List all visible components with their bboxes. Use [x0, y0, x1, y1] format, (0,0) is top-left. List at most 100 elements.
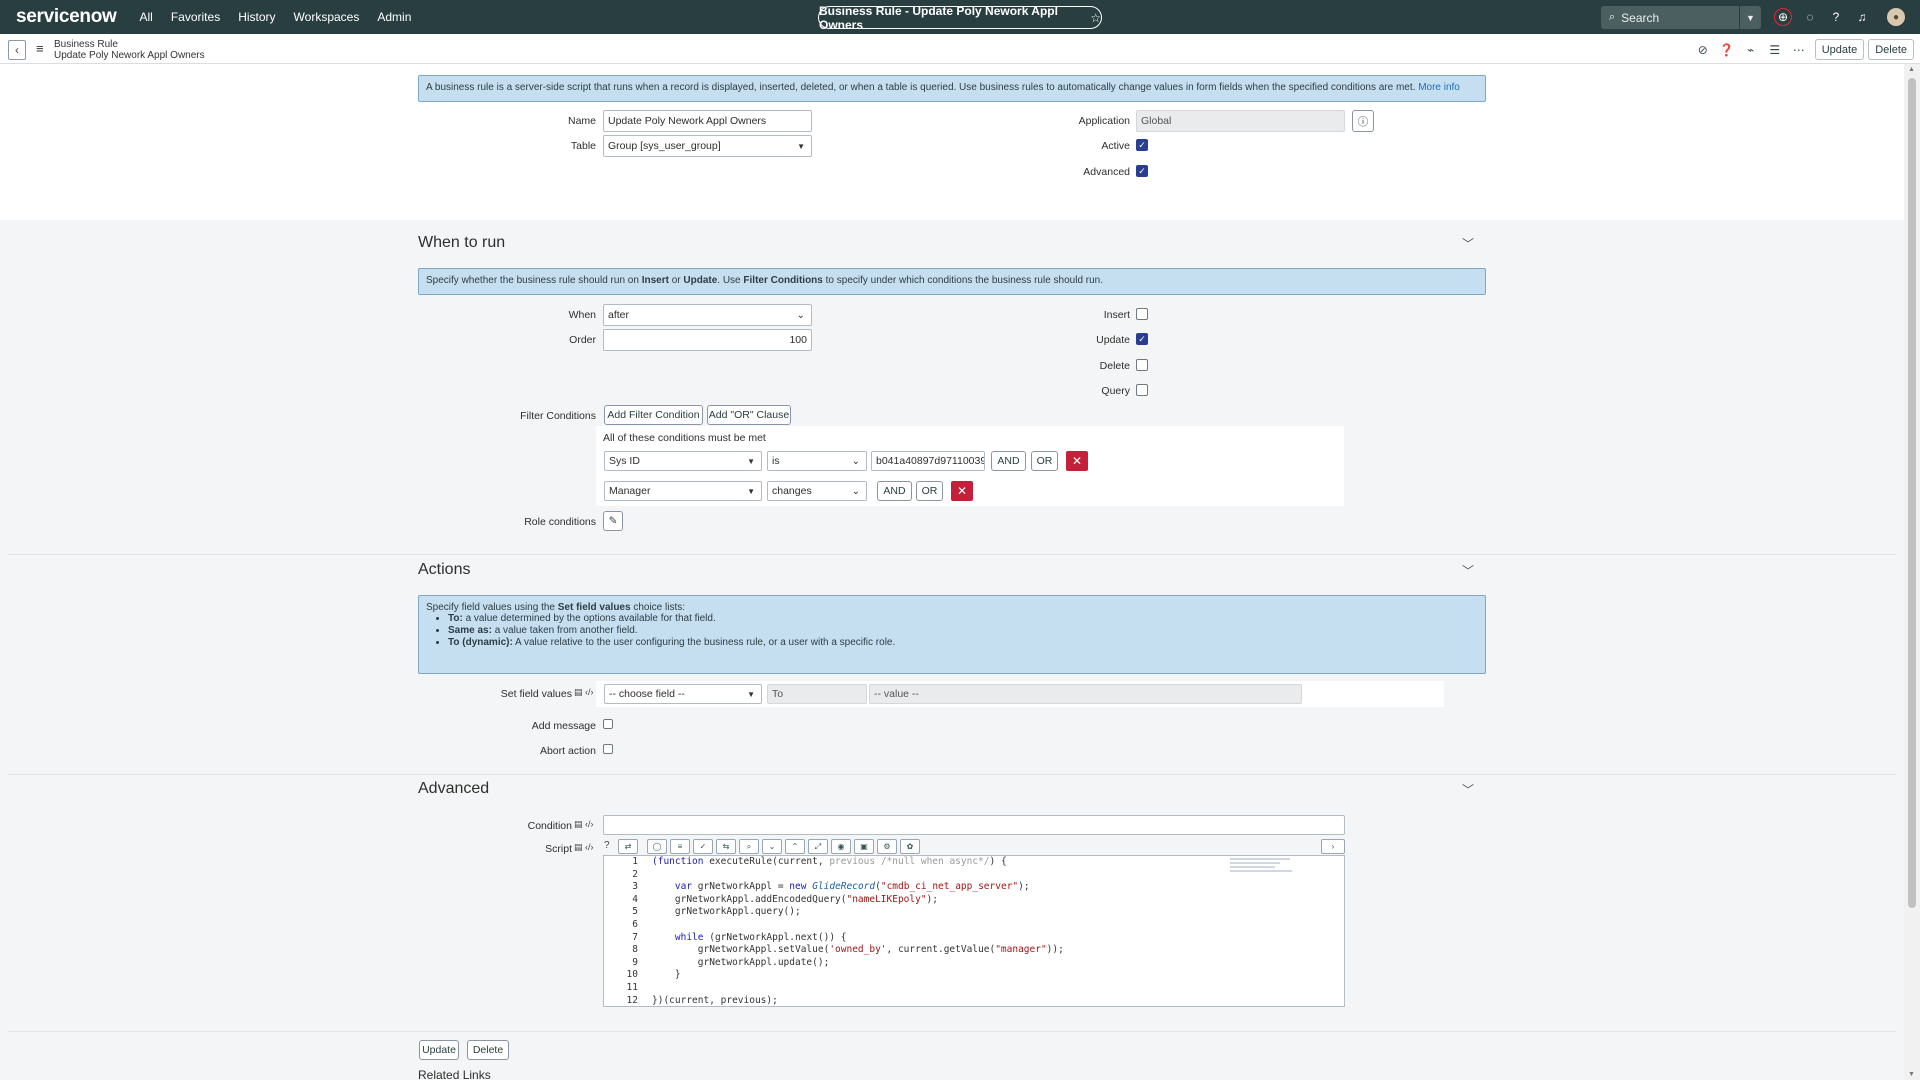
condition-2-field[interactable]: Manager ▼: [604, 481, 762, 501]
minimap-line: [1230, 858, 1290, 860]
reference-icon[interactable]: ▤: [574, 819, 583, 830]
application-info-button[interactable]: ⓘ: [1352, 110, 1374, 132]
nav-favorites[interactable]: Favorites: [171, 10, 220, 24]
more-info-link[interactable]: More info: [1418, 82, 1460, 93]
expand-editor-icon[interactable]: ›: [1321, 839, 1345, 854]
footer-update-button[interactable]: Update: [419, 1040, 459, 1060]
code-text: grNetworkAppl.update();: [652, 956, 830, 968]
condition-field[interactable]: [603, 815, 1345, 835]
search-scope-dropdown-icon[interactable]: ▼: [1739, 6, 1761, 29]
nav-workspaces[interactable]: Workspaces: [294, 10, 360, 24]
info-icon[interactable]: ❓: [1715, 43, 1739, 57]
name-field[interactable]: Update Poly Nework Appl Owners: [603, 110, 812, 132]
condition-1-or-button[interactable]: OR: [1031, 451, 1058, 471]
search-input[interactable]: Search: [1621, 11, 1659, 25]
format-icon[interactable]: ≡: [670, 839, 690, 854]
query-checkbox[interactable]: [1136, 384, 1148, 396]
when-to-run-title: When to run: [418, 234, 506, 251]
syntax-check-icon[interactable]: ✓: [693, 839, 713, 854]
page-scrollbar[interactable]: ▲ ▼: [1904, 64, 1920, 1080]
condition-2-remove-button[interactable]: ✕: [951, 481, 973, 501]
search-icon[interactable]: ⌕: [739, 839, 759, 854]
when-select[interactable]: after ⌄: [603, 304, 812, 326]
code-minimap[interactable]: [1230, 858, 1300, 882]
condition-2-operator[interactable]: changes ⌄: [767, 481, 867, 501]
attachment-icon[interactable]: ⊘: [1691, 43, 1715, 57]
nav-admin[interactable]: Admin: [377, 10, 411, 24]
condition-label: Condition: [527, 820, 572, 832]
user-avatar[interactable]: ●: [1887, 8, 1905, 26]
comment-icon[interactable]: ◯: [647, 839, 667, 854]
star-icon[interactable]: ☆: [1090, 11, 1101, 25]
condition-1-and-button[interactable]: AND: [991, 451, 1026, 471]
script-debugger-icon[interactable]: ⚙: [877, 839, 897, 854]
more-options-icon[interactable]: ⋯: [1787, 43, 1811, 57]
table-select[interactable]: Group [sys_user_group] ▼: [603, 135, 812, 157]
save-icon[interactable]: ▣: [854, 839, 874, 854]
collapse-advanced-icon[interactable]: ﹀: [1462, 781, 1474, 798]
scroll-up-icon[interactable]: ▲: [1908, 66, 1915, 73]
settings-icon[interactable]: ✿: [900, 839, 920, 854]
condition-1-field[interactable]: Sys ID ▼: [604, 451, 762, 471]
header-update-button[interactable]: Update: [1814, 39, 1865, 60]
back-button[interactable]: ‹: [8, 40, 26, 60]
toggle-syntax-icon[interactable]: ⇄: [618, 839, 638, 854]
scrollbar-thumb[interactable]: [1908, 78, 1916, 908]
insert-checkbox[interactable]: [1136, 308, 1148, 320]
settings-icon[interactable]: ☰: [1763, 43, 1787, 57]
code-icon[interactable]: ‹/›: [585, 687, 594, 697]
bell-icon[interactable]: ♫: [1853, 8, 1871, 26]
context-menu-icon[interactable]: ≡: [36, 41, 44, 56]
update-checkbox[interactable]: ✓: [1136, 333, 1148, 345]
help-icon[interactable]: ?: [1827, 8, 1845, 26]
add-filter-condition-button[interactable]: Add Filter Condition: [604, 405, 703, 425]
collapse-actions-icon[interactable]: ﹀: [1462, 562, 1474, 579]
condition-1-remove-button[interactable]: ✕: [1066, 451, 1088, 471]
header-delete-button[interactable]: Delete: [1868, 39, 1914, 60]
chevron-down-icon: ▼: [747, 486, 755, 496]
when-info-or: or: [668, 275, 684, 286]
reference-icon[interactable]: ▤: [574, 842, 583, 853]
record-title: Business Rule - Update Poly Nework Appl …: [819, 3, 1058, 32]
add-or-clause-button[interactable]: Add "OR" Clause: [707, 405, 791, 425]
advanced-checkbox[interactable]: ✓: [1136, 165, 1148, 177]
global-search[interactable]: ⌕ Search ▼: [1601, 6, 1761, 29]
active-checkbox[interactable]: ✓: [1136, 139, 1148, 151]
update-label: Update: [1096, 334, 1130, 346]
collapse-when-icon[interactable]: ﹀: [1462, 235, 1474, 252]
code-icon[interactable]: ‹/›: [585, 819, 594, 829]
delete-checkbox[interactable]: [1136, 359, 1148, 371]
condition-1-value[interactable]: b041a40897d97110039d: [871, 451, 985, 471]
record-title-pill[interactable]: Business Rule - Update Poly Nework Appl …: [818, 3, 1102, 32]
scroll-down-icon[interactable]: ▼: [1908, 1071, 1915, 1078]
servicenow-logo[interactable]: servicenow: [16, 6, 117, 28]
linting-icon[interactable]: ◉: [831, 839, 851, 854]
role-conditions-edit-button[interactable]: ✎: [603, 511, 623, 531]
fullscreen-icon[interactable]: ⤢: [808, 839, 828, 854]
choose-field-select[interactable]: -- choose field -- ▼: [604, 684, 762, 704]
insert-label: Insert: [1103, 309, 1130, 321]
condition-2-and-button[interactable]: AND: [877, 481, 912, 501]
script-help-icon[interactable]: ?: [604, 840, 610, 851]
globe-icon[interactable]: ⊕: [1774, 8, 1792, 26]
previous-icon[interactable]: ⌃: [785, 839, 805, 854]
nav-all[interactable]: All: [140, 10, 153, 24]
application-field: Global: [1136, 110, 1345, 132]
reference-icon[interactable]: ▤: [574, 687, 583, 698]
code-icon[interactable]: ‹/›: [585, 842, 594, 852]
add-message-checkbox[interactable]: [603, 719, 613, 729]
nav-history[interactable]: History: [238, 10, 275, 24]
footer-delete-button[interactable]: Delete: [467, 1040, 509, 1060]
code-line: 8 grNetworkAppl.setValue('owned_by', cur…: [604, 944, 1344, 957]
next-icon[interactable]: ⌄: [762, 839, 782, 854]
when-value: after: [608, 309, 630, 321]
activity-icon[interactable]: ⌁: [1739, 43, 1763, 57]
order-field[interactable]: 100: [603, 329, 812, 351]
condition-1-operator[interactable]: is ⌄: [767, 451, 867, 471]
business-rule-info-box: A business rule is a server-side script …: [418, 75, 1486, 102]
chat-icon[interactable]: ◌: [1801, 8, 1819, 26]
replace-icon[interactable]: ⇆: [716, 839, 736, 854]
condition-2-or-button[interactable]: OR: [916, 481, 943, 501]
abort-action-checkbox[interactable]: [603, 744, 613, 754]
